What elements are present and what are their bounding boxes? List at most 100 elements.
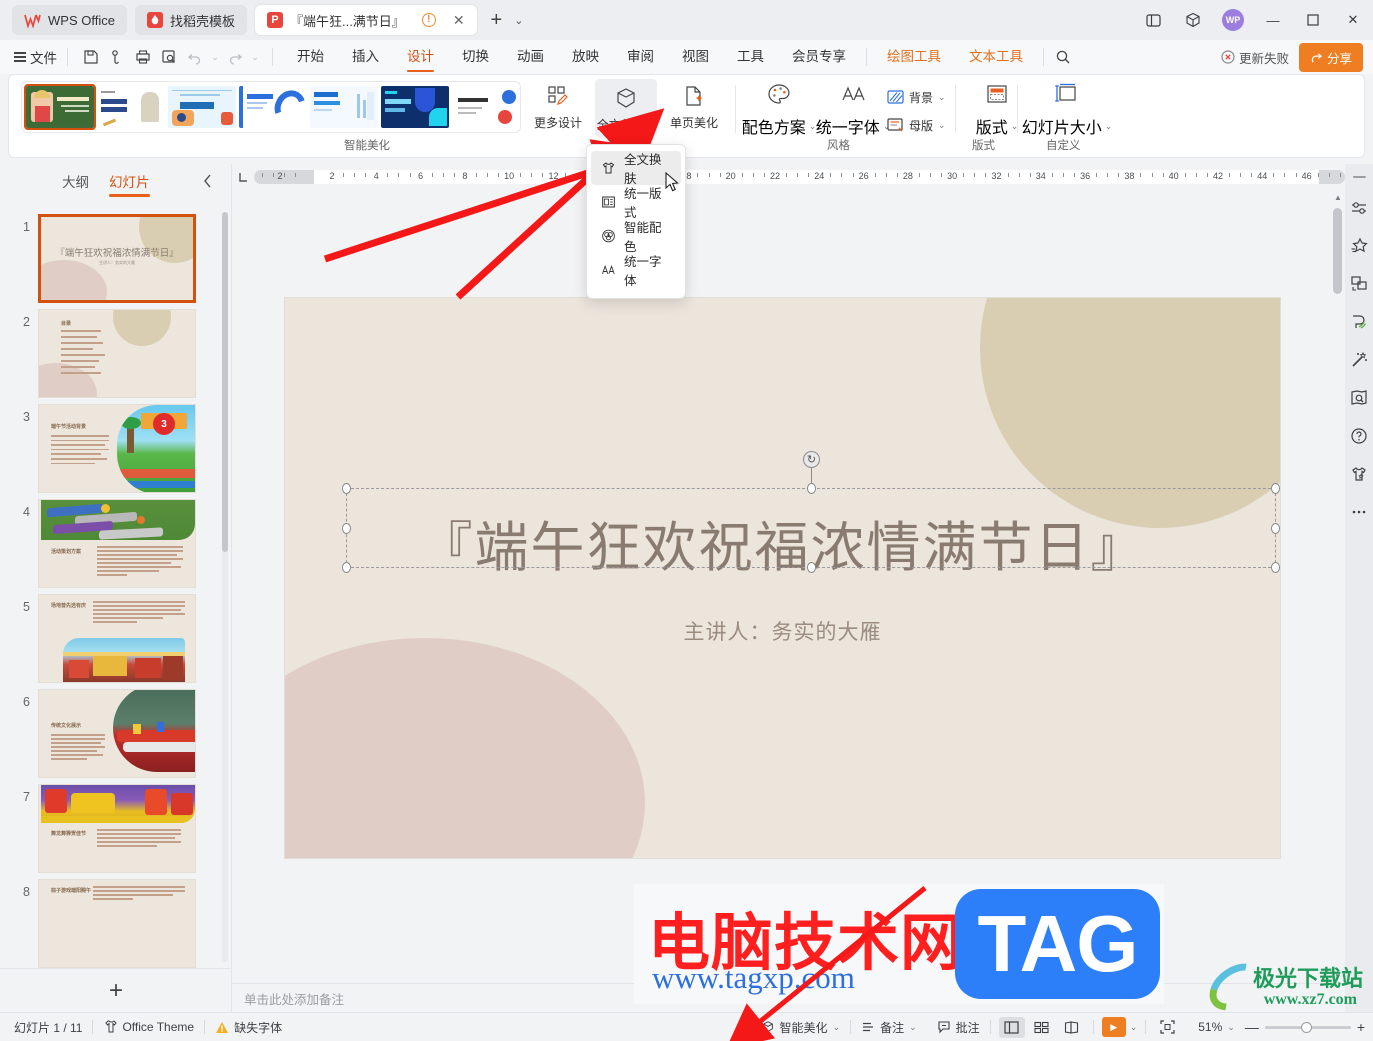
reading-view-button[interactable] bbox=[1059, 1017, 1085, 1038]
rotate-handle[interactable]: ↻ bbox=[803, 451, 820, 468]
undo-caret-icon[interactable]: ⌄ bbox=[208, 44, 222, 70]
scroll-up-icon[interactable]: ▲ bbox=[1331, 190, 1345, 204]
template-thumb[interactable] bbox=[310, 86, 378, 128]
background-button[interactable]: 背景 ⌄ bbox=[887, 89, 946, 106]
tab-outline[interactable]: 大纲 bbox=[62, 171, 89, 196]
template-thumb[interactable] bbox=[168, 86, 236, 128]
menu-tab-tools[interactable]: 工具 bbox=[723, 40, 778, 74]
sidebar-collapse-handle[interactable] bbox=[1352, 176, 1366, 178]
chevron-down-icon[interactable]: ⌄ bbox=[909, 1022, 917, 1033]
zoom-in-button[interactable]: + bbox=[1357, 1019, 1365, 1035]
update-failed-button[interactable]: 更新失败 bbox=[1221, 48, 1289, 67]
font-warning-button[interactable]: 缺失字体 bbox=[205, 1019, 292, 1036]
menu-tab-slideshow[interactable]: 放映 bbox=[558, 40, 613, 74]
menu-tab-start[interactable]: 开始 bbox=[283, 40, 338, 74]
new-tab-button[interactable]: + bbox=[491, 10, 503, 30]
save-icon[interactable] bbox=[78, 44, 104, 70]
menu-tab-text-tools[interactable]: 文本工具 bbox=[955, 40, 1037, 74]
list-item[interactable]: 8 棕子游戏端阳赐午 bbox=[0, 873, 231, 968]
skin-tshirt-icon[interactable] bbox=[1347, 462, 1371, 486]
more-dots-icon[interactable] bbox=[1347, 500, 1371, 524]
canvas-vertical-scrollbar[interactable]: ▲ ▼ bbox=[1331, 190, 1345, 983]
menu-tab-drawing-tools[interactable]: 绘图工具 bbox=[873, 40, 955, 74]
print-icon[interactable] bbox=[130, 44, 156, 70]
menu-tab-member[interactable]: 会员专享 bbox=[778, 40, 860, 74]
help-circle-icon[interactable] bbox=[1347, 424, 1371, 448]
beautify-all-button[interactable]: 全文美化 ⌃ bbox=[595, 79, 657, 137]
menu-item-unify-font[interactable]: 统一字体 bbox=[591, 253, 681, 288]
print-preview-icon[interactable] bbox=[156, 44, 182, 70]
master-slide-button[interactable]: 母版 ⌄ bbox=[887, 117, 946, 134]
chevron-up-icon[interactable]: ⌃ bbox=[648, 119, 656, 130]
resize-handle-tr[interactable] bbox=[1271, 483, 1280, 494]
unify-font-button[interactable]: 统一字体 ⌄ bbox=[815, 82, 891, 138]
play-slideshow-button[interactable]: ▶ bbox=[1101, 1017, 1126, 1037]
scrollbar-thumb[interactable] bbox=[1333, 208, 1342, 294]
notes-toggle-button[interactable]: 备注 ⌄ bbox=[851, 1019, 927, 1036]
quick-more-caret-icon[interactable]: ⌄ bbox=[248, 44, 262, 70]
theme-button[interactable]: Office Theme bbox=[93, 1020, 204, 1034]
tab-presentation-active[interactable]: P 『端午狂...满节日』 ! ✕ bbox=[254, 5, 477, 35]
ruler-track[interactable]: 2246810121416182022242628303234363840424… bbox=[254, 170, 1345, 184]
menu-tab-view[interactable]: 视图 bbox=[668, 40, 723, 74]
fit-to-window-button[interactable] bbox=[1154, 1017, 1180, 1038]
resize-handle-ml[interactable] bbox=[342, 523, 351, 534]
share-button[interactable]: 分享 bbox=[1298, 42, 1363, 72]
beautify-page-button[interactable]: 单页美化 bbox=[663, 81, 725, 131]
current-slide[interactable]: 『端午狂欢祝福浓情满节日』 主讲人：务实的大雁 ↻ bbox=[285, 298, 1280, 858]
save-cloud-icon[interactable] bbox=[104, 44, 130, 70]
beautify-all-dropdown-menu[interactable]: 全文换肤 统一版式 智能配色 统一字体 bbox=[586, 144, 686, 299]
menu-item-smart-color[interactable]: 智能配色 bbox=[591, 219, 681, 254]
slide-thumbnail[interactable]: 活动策划方案 bbox=[38, 499, 196, 588]
menu-tab-insert[interactable]: 插入 bbox=[338, 40, 393, 74]
smart-beautify-button[interactable]: 智能美化 ⌄ bbox=[751, 1019, 851, 1036]
collapse-panel-icon[interactable] bbox=[202, 174, 213, 191]
normal-view-button[interactable] bbox=[998, 1016, 1025, 1038]
zoom-level-label[interactable]: 51% ⌄ bbox=[1188, 1020, 1237, 1034]
slide-thumbnail[interactable]: 3 端午节活动背景 bbox=[38, 404, 196, 493]
slide-canvas-area[interactable]: 『端午狂欢祝福浓情满节日』 主讲人：务实的大雁 ↻ bbox=[232, 190, 1345, 983]
menu-tab-animation[interactable]: 动画 bbox=[503, 40, 558, 74]
tab-list-dropdown-icon[interactable]: ⌄ bbox=[514, 14, 523, 27]
slide-panel-scrollbar[interactable] bbox=[222, 212, 228, 962]
tab-wps-office[interactable]: WPS Office bbox=[12, 5, 127, 35]
tab-warning-icon[interactable]: ! bbox=[421, 13, 436, 27]
zoom-out-button[interactable]: — bbox=[1245, 1019, 1259, 1035]
template-thumb[interactable] bbox=[97, 86, 165, 128]
color-scheme-button[interactable]: 配色方案 ⌄ bbox=[741, 82, 817, 138]
resize-handle-mr[interactable] bbox=[1271, 523, 1280, 534]
maximize-button[interactable] bbox=[1293, 0, 1333, 40]
slide-thumbnail[interactable]: 目录 bbox=[38, 309, 196, 398]
add-slide-button[interactable]: + bbox=[0, 968, 232, 1012]
more-designs-button[interactable]: 更多设计 bbox=[527, 81, 589, 131]
favorites-star-icon[interactable] bbox=[1347, 234, 1371, 258]
redo-icon[interactable] bbox=[222, 44, 248, 70]
list-item[interactable]: 4 活动策划方案 bbox=[0, 493, 231, 588]
slide-thumbnail[interactable]: 场地普先选有庆 bbox=[38, 594, 196, 683]
split-view-icon[interactable] bbox=[1133, 0, 1173, 40]
template-thumb[interactable] bbox=[239, 86, 307, 128]
selection-pane-icon[interactable] bbox=[1347, 272, 1371, 296]
avatar[interactable]: WP bbox=[1222, 9, 1244, 31]
resize-handle-br[interactable] bbox=[1271, 562, 1280, 573]
file-menu-button[interactable]: 文件 bbox=[14, 47, 57, 67]
cube-icon[interactable] bbox=[1173, 0, 1213, 40]
template-thumb[interactable] bbox=[452, 86, 520, 128]
ruler-corner-icon[interactable] bbox=[232, 164, 254, 190]
list-item[interactable]: 7 舞龙舞狮贺佳节 bbox=[0, 778, 231, 873]
resize-handle-bm[interactable] bbox=[807, 562, 816, 573]
chevron-down-icon[interactable]: ⌄ bbox=[938, 92, 946, 103]
resize-handle-tl[interactable] bbox=[342, 483, 351, 494]
resize-handle-bl[interactable] bbox=[342, 562, 351, 573]
text-selection-box[interactable]: ↻ bbox=[342, 451, 1280, 573]
close-button[interactable]: ✕ bbox=[1333, 0, 1373, 40]
magic-wand-icon[interactable] bbox=[1347, 348, 1371, 372]
list-item[interactable]: 6 传统文化展示 bbox=[0, 683, 231, 778]
slide-thumbnail[interactable]: 棕子游戏端阳赐午 bbox=[38, 879, 196, 968]
slide-size-button[interactable]: 幻灯片大小 ⌄ bbox=[1021, 82, 1113, 138]
slide-subtitle-text[interactable]: 主讲人：务实的大雁 bbox=[285, 616, 1280, 646]
tab-close-icon[interactable]: ✕ bbox=[453, 12, 465, 29]
slide-thumbnail-list[interactable]: 1 『端午狂欢祝福浓情满节日』 主讲人：务实的大雁 2 目录 3 3 端午节活动… bbox=[0, 208, 231, 968]
list-item[interactable]: 5 场地普先选有庆 bbox=[0, 588, 231, 683]
menu-tab-review[interactable]: 审阅 bbox=[613, 40, 668, 74]
